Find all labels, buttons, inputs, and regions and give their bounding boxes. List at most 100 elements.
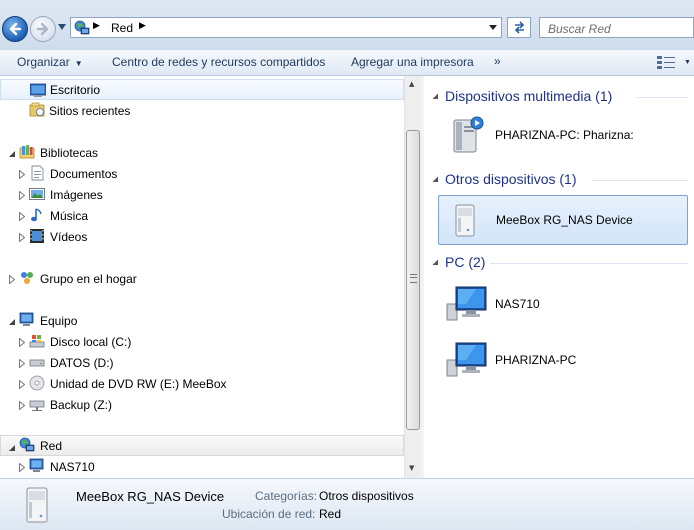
system-drive-icon [29,335,45,348]
more-commands-button[interactable]: » [494,54,501,68]
group-title: Otros dispositivos (1) [445,171,577,187]
nav-label: Grupo en el hogar [40,272,137,286]
nav-item-disco-local[interactable]: Disco local (C:) [0,331,404,352]
back-button[interactable] [2,16,28,42]
tile-pharizna-media[interactable]: PHARIZNA-PC: Pharizna: [438,106,688,156]
network-center-button[interactable]: Centro de redes y recursos compartidos [112,55,325,69]
expand-arrow-icon[interactable] [19,231,27,243]
view-options-icon[interactable] [657,55,679,69]
nav-label: Documentos [50,167,118,181]
nav-scrollbar[interactable]: ▲ ▼ [404,76,421,478]
dvd-drive-icon [29,375,45,391]
network-icon [19,437,35,452]
nav-item-red[interactable]: Red [0,435,404,456]
nav-label: Bibliotecas [40,146,99,160]
details-location-value: Red [319,507,342,521]
organize-button[interactable]: Organizar ▼ [17,55,83,69]
nav-label: Imágenes [50,188,103,202]
group-divider [490,263,688,264]
tile-pharizna-pc[interactable]: PHARIZNA-PC [438,334,688,384]
address-bar-area: ▶ Red ▶ [0,0,694,50]
breadcrumb-separator-icon[interactable]: ▶ [139,21,146,31]
expand-arrow-icon[interactable] [19,336,27,348]
arrow-right-icon [36,22,49,36]
address-field[interactable]: ▶ Red ▶ [70,17,502,38]
nav-item-videos[interactable]: Vídeos [0,226,404,247]
media-server-icon [453,116,484,153]
expand-arrow-icon[interactable] [19,357,27,369]
network-icon [74,20,90,35]
desktop-icon [30,83,46,97]
tile-label: PHARIZNA-PC [495,353,577,367]
collapse-arrow-icon[interactable] [8,147,16,157]
nav-item-grupo-hogar[interactable]: Grupo en el hogar [0,268,404,289]
collapse-arrow-icon[interactable] [8,441,16,451]
collapse-arrow-icon[interactable] [432,259,439,266]
nav-item-musica[interactable]: Música [0,205,404,226]
scroll-down-icon[interactable]: ▼ [409,464,414,472]
expand-arrow-icon[interactable] [19,189,27,201]
expand-arrow-icon[interactable] [9,273,17,285]
nav-item-dvd[interactable]: Unidad de DVD RW (E:) MeeBox [0,373,404,394]
group-header-pc[interactable]: PC (2) [424,253,694,273]
pictures-icon [29,188,45,200]
nav-item-nas710[interactable]: NAS710 [0,456,404,477]
arrow-left-icon [9,22,22,36]
address-dropdown-icon[interactable] [489,25,497,30]
videos-icon [30,229,44,243]
scroll-up-icon[interactable]: ▲ [409,80,414,88]
group-header-otros[interactable]: Otros dispositivos (1) [424,170,694,190]
expand-arrow-icon[interactable] [19,378,27,390]
nav-item-equipo[interactable]: Equipo [0,310,404,331]
tile-label: MeeBox RG_NAS Device [496,213,633,227]
computer-icon [19,312,34,326]
computer-icon [29,458,44,472]
collapse-arrow-icon[interactable] [432,176,439,183]
details-category-label: Categorías: [255,489,318,503]
recent-places-icon [29,102,45,117]
breadcrumb-separator-icon[interactable]: ▶ [93,21,100,31]
tile-meebox-device[interactable]: MeeBox RG_NAS Device [438,195,688,245]
nav-item-sitios-recientes[interactable]: Sitios recientes [0,100,404,121]
search-input[interactable] [546,19,690,38]
group-divider [636,97,688,98]
recent-pages-dropdown-icon[interactable] [58,24,66,30]
scrollbar-thumb[interactable] [406,130,420,430]
navigation-pane: Escritorio Sitios recientes Bibliotecas … [0,76,404,478]
forward-button[interactable] [30,16,56,42]
group-title: Dispositivos multimedia (1) [445,88,613,104]
computer-icon [446,286,487,321]
details-location-label: Ubicación de red: [222,507,316,521]
expand-arrow-icon[interactable] [19,399,27,411]
nav-item-bibliotecas[interactable]: Bibliotecas [0,142,404,163]
breadcrumb-red[interactable]: Red [111,21,133,35]
nav-item-datos[interactable]: DATOS (D:) [0,352,404,373]
expand-arrow-icon[interactable] [19,461,27,473]
music-icon [31,208,42,222]
expand-arrow-icon[interactable] [19,168,27,180]
tile-label: NAS710 [495,297,540,311]
collapse-arrow-icon[interactable] [432,93,439,100]
nav-label: Disco local (C:) [50,335,132,349]
collapse-arrow-icon[interactable] [8,315,16,325]
nav-label: Backup (Z:) [50,398,113,412]
group-header-multimedia[interactable]: Dispositivos multimedia (1) [424,87,694,107]
chevron-down-icon: ▼ [74,59,83,68]
nav-item-escritorio[interactable]: Escritorio [0,79,404,100]
nav-item-documentos[interactable]: Documentos [0,163,404,184]
network-drive-icon [29,400,45,411]
nav-item-imagenes[interactable]: Imágenes [0,184,404,205]
search-box[interactable] [539,17,694,38]
refresh-button[interactable] [507,17,531,38]
view-dropdown-icon[interactable]: ▼ [684,59,691,66]
nav-label: Escritorio [50,83,101,97]
nas-device-icon [26,487,48,523]
details-device-name: MeeBox RG_NAS Device [76,489,225,504]
nav-item-backup[interactable]: Backup (Z:) [0,394,404,415]
group-divider [592,180,688,181]
expand-arrow-icon[interactable] [19,210,27,222]
homegroup-icon [21,272,33,284]
add-printer-button[interactable]: Agregar una impresora [351,55,474,69]
organize-label: Organizar [17,55,70,69]
tile-nas710[interactable]: NAS710 [438,278,688,328]
